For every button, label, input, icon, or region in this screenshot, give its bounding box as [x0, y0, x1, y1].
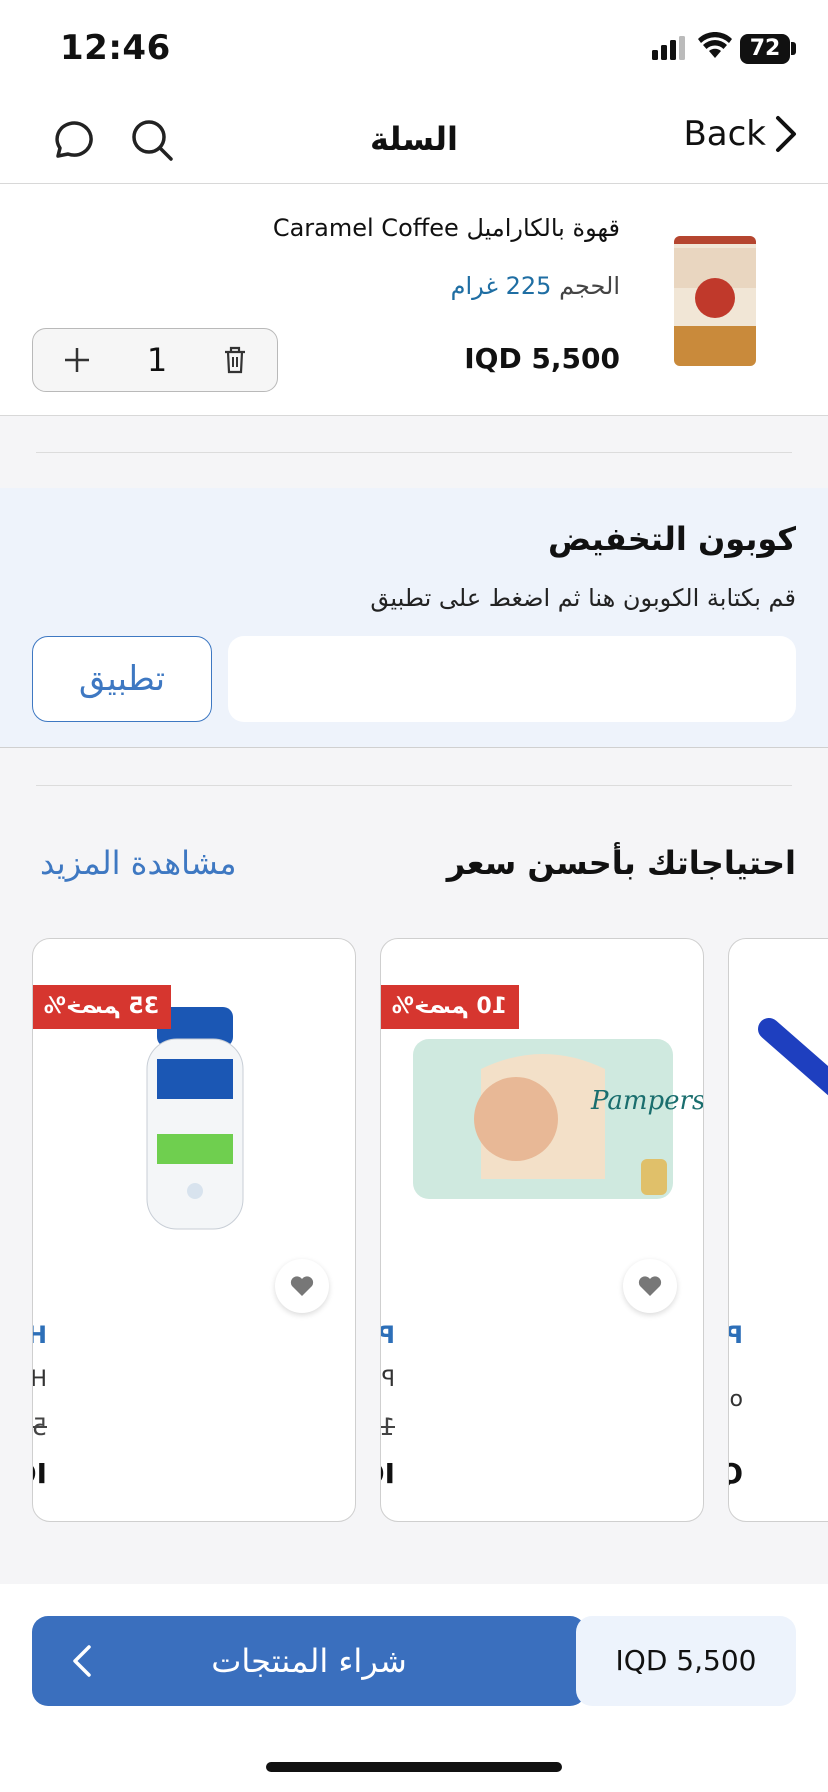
buy-products-button[interactable]: شراء المنتجات [32, 1616, 586, 1706]
quantity-stepper: 1 [32, 328, 278, 392]
coupon-title: كوبون التخفيض [547, 520, 796, 558]
product-name: Head & Shoulders Menth... [32, 1367, 47, 1392]
back-button[interactable]: Back [683, 114, 798, 154]
buy-label: شراء المنتجات [211, 1642, 407, 1680]
coupon-input[interactable] [228, 636, 796, 722]
cart-total: IQD 5,500 [576, 1616, 796, 1706]
plus-icon[interactable] [63, 346, 91, 374]
battery-tip [791, 42, 796, 55]
product-old-price: 17,750 [380, 1413, 395, 1441]
quantity-value: 1 [146, 341, 168, 379]
heart-icon [638, 1276, 662, 1296]
status-bar: 12:46 72 [0, 0, 828, 96]
see-more-link[interactable]: مشاهدة المزيد [40, 844, 237, 882]
chevron-right-icon [776, 116, 796, 152]
back-label: Back [683, 114, 766, 154]
cart-item-price: IQD 5,500 [464, 342, 620, 375]
size-value: 225 غرام [450, 272, 552, 300]
product-card[interactable]: 35 خصم% Head&Shoulders Head & Shoulders … [32, 938, 356, 1522]
product-card[interactable]: Pilot oint Pe... QD 250 [728, 938, 828, 1522]
wifi-icon [698, 32, 732, 58]
product-brand: Head&Shoulders [33, 1321, 47, 1349]
product-image [146, 1007, 244, 1230]
product-old-price: 5,000 [32, 1413, 47, 1441]
coupon-subtitle: قم بكتابة الكوبون هنا ثم اضغط على تطبيق [370, 584, 796, 612]
signal-icon [652, 36, 685, 60]
divider [36, 785, 792, 786]
product-brand: Pampers [381, 1321, 395, 1349]
product-brand: Pilot [729, 1321, 743, 1349]
divider [36, 452, 792, 453]
svg-text:Pampers: Pampers [590, 1086, 704, 1116]
product-image [758, 1018, 828, 1096]
product-price: QD 250 [729, 1457, 743, 1490]
trash-icon[interactable] [223, 346, 247, 374]
home-indicator [266, 1762, 562, 1772]
nav-bar: السلة Back [0, 96, 828, 184]
product-image: Pampers [413, 1039, 704, 1199]
cart-item: قهوة بالكارامیل Caramel Coffee الحجم 225… [0, 184, 828, 416]
product-name: oint Pe... [729, 1387, 743, 1412]
product-price: IQD 3,250 [33, 1457, 47, 1490]
cart-screen: 12:46 72 السلة Back قهوة بالكارامیل Cara… [0, 0, 828, 1792]
chevron-left-icon [73, 1645, 91, 1677]
discount-badge: 35 خصم% [33, 985, 171, 1029]
recommendations-title: احتياجاتك بأحسن سعر [446, 844, 796, 882]
cart-item-size: الحجم 225 غرام [451, 272, 620, 300]
heart-icon [290, 1276, 314, 1296]
product-card[interactable]: Pampers 10 خصم% Pampers Premium Care Dia… [380, 938, 704, 1522]
product-name: Premium Care Diapers 11... [381, 1367, 395, 1392]
battery-indicator: 72 [740, 34, 790, 64]
coupon-section: كوبون التخفيض قم بكتابة الكوبون هنا ثم ا… [0, 488, 828, 748]
discount-badge: 10 خصم% [381, 985, 519, 1029]
separator-area [0, 416, 828, 488]
favorite-button[interactable] [623, 1259, 677, 1313]
apply-coupon-button[interactable]: تطبيق [32, 636, 212, 722]
product-thumbnail [674, 236, 756, 366]
cart-item-name: قهوة بالكارامیل Caramel Coffee [272, 214, 620, 242]
status-time: 12:46 [60, 28, 171, 68]
product-price: IQD 15,975 [381, 1457, 395, 1490]
size-label: الحجم [559, 272, 620, 300]
checkout-footer: شراء المنتجات IQD 5,500 [0, 1584, 828, 1792]
recommendations-section: احتياجاتك بأحسن سعر مشاهدة المزيد 35 خصم… [0, 748, 828, 1584]
search-icon[interactable] [128, 116, 176, 164]
chat-icon[interactable] [48, 116, 96, 164]
favorite-button[interactable] [275, 1259, 329, 1313]
